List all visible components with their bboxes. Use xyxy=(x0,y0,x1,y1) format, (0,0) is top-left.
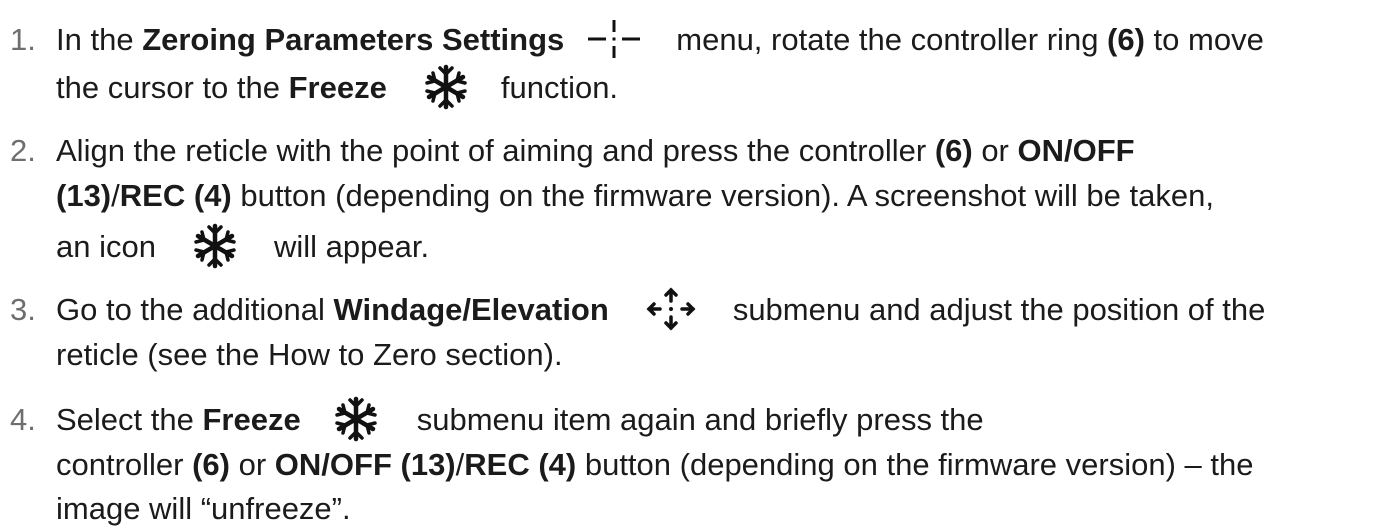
step-text-line: controller (6) or ON/OFF (13)/REC (4) bu… xyxy=(56,447,1254,482)
step-number: 3. xyxy=(10,292,36,327)
instruction-list: 1. In the Zeroing Parameters Settings men… xyxy=(0,0,1378,526)
snowflake-icon xyxy=(331,396,381,442)
crosshair-icon xyxy=(586,19,642,59)
step-text-line: image will “unfreeze”. xyxy=(56,491,351,526)
step-text-line: reticle (see the How to Zero section). xyxy=(56,337,563,372)
step-text-line: In the Zeroing Parameters Settings menu, … xyxy=(56,17,1370,62)
step-text-line: an icon will appear. xyxy=(56,223,1370,272)
step-text-line: (13)/REC (4) button (depending on the fi… xyxy=(56,178,1214,213)
step-number: 4. xyxy=(10,402,36,437)
four-arrows-icon xyxy=(645,286,697,332)
snowflake-icon xyxy=(421,64,471,110)
step-number: 1. xyxy=(10,22,36,57)
step-text-line: Select the Freeze submenu item again and … xyxy=(56,396,1370,445)
step-text-line: Go to the additional Windage/Elevation su… xyxy=(56,287,1370,335)
step-number: 2. xyxy=(10,133,36,168)
snowflake-icon xyxy=(190,223,240,269)
step-text-line: Align the reticle with the point of aimi… xyxy=(56,133,1135,168)
step-text-line: the cursor to the Freeze function. xyxy=(56,64,1370,113)
